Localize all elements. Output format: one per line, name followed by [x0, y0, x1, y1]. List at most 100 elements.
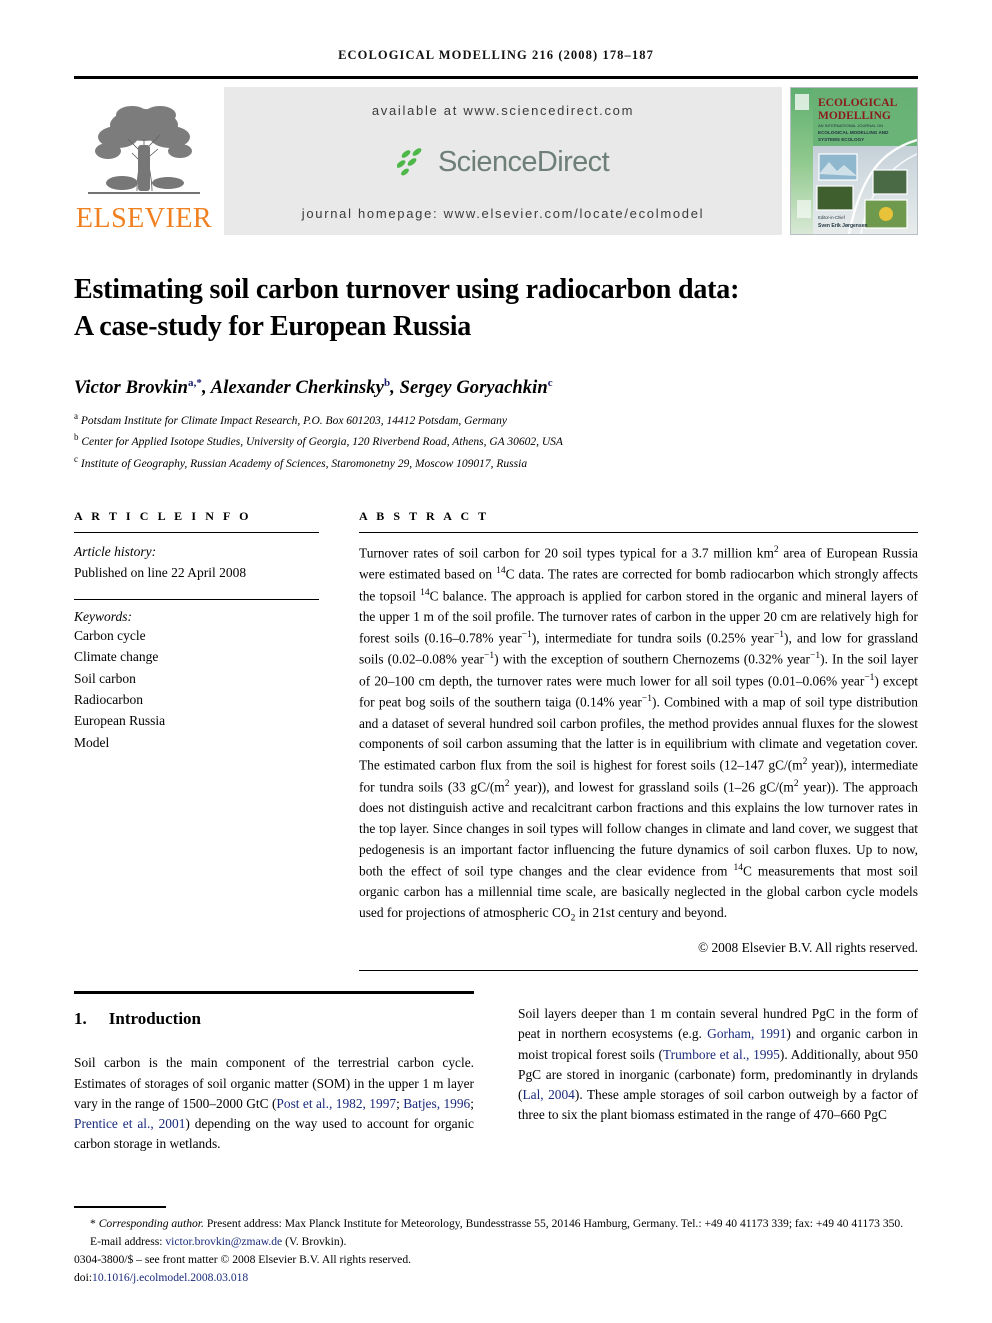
article-info-column: A R T I C L E I N F O Article history: P…: [74, 509, 341, 971]
elsevier-tree-icon: [88, 106, 200, 194]
section-number: 1.: [74, 1008, 87, 1028]
article-page: Ecological Modelling 216 (2008) 178–187: [0, 0, 992, 1323]
email-suffix: (V. Brovkin).: [282, 1235, 347, 1249]
svg-text:ECOLOGICAL MODELLING AND: ECOLOGICAL MODELLING AND: [818, 130, 889, 135]
affiliation-a: a Potsdam Institute for Climate Impact R…: [74, 409, 918, 430]
sciencedirect-leaves-icon: [396, 148, 422, 176]
svg-text:SYSTEMS ECOLOGY: SYSTEMS ECOLOGY: [818, 137, 864, 142]
corresponding-author-mark[interactable]: ,*: [194, 377, 202, 389]
body-columns: 1. Introduction Soil carbon is the main …: [74, 990, 918, 1167]
title-line-1: Estimating soil carbon turnover using ra…: [74, 274, 740, 305]
affiliation-b-mark: b: [74, 432, 79, 443]
issn-line: 0304-3800/$ – see front matter © 2008 El…: [74, 1253, 412, 1267]
svg-text:ECOLOGICAL: ECOLOGICAL: [818, 97, 898, 109]
keyword-item: Climate change: [74, 649, 159, 665]
keyword-item: Model: [74, 734, 110, 750]
section-title: Introduction: [108, 1008, 202, 1028]
abstract-sup-exp: −1: [641, 694, 652, 705]
intro-paragraph-right: Soil layers deeper than 1 m contain seve…: [518, 1004, 918, 1125]
author-2-affil-mark: b: [383, 377, 391, 390]
email-link[interactable]: victor.brovkin@zmaw.de: [165, 1235, 282, 1248]
article-history-value: Published on line 22 April 2008: [74, 564, 247, 580]
sciencedirect-banner: available at www.sciencedirect.com Scien…: [224, 87, 782, 235]
affiliation-c: c Institute of Geography, Russian Academ…: [74, 452, 918, 473]
journal-cover: ECOLOGICAL MODELLING AN INTERNATIONAL JO…: [790, 87, 918, 235]
abstract-seg: ) with the exception of southern Chernoz…: [494, 651, 810, 667]
affiliation-c-text: Institute of Geography, Russian Academy …: [80, 457, 528, 470]
affiliation-c-mark: c: [74, 453, 78, 464]
keyword-item: Soil carbon: [74, 670, 136, 686]
abstract-rule: [359, 531, 918, 533]
abstract-sup-exp: −1: [521, 630, 532, 641]
doi-link[interactable]: 10.1016/j.ecolmodel.2008.03.018: [92, 1271, 248, 1284]
section-rule: [74, 990, 474, 994]
citation-link[interactable]: Prentice et al., 2001: [74, 1116, 185, 1131]
svg-text:AN INTERNATIONAL JOURNAL ON: AN INTERNATIONAL JOURNAL ON: [818, 123, 883, 128]
author-2: Alexander Cherkinsky: [210, 378, 384, 399]
email-label: E-mail address:: [90, 1235, 163, 1249]
abstract-seg: year)), and lowest for grassland soils (…: [509, 779, 794, 795]
svg-text:Editor-in-Chief: Editor-in-Chief: [818, 215, 846, 220]
abstract-sup-14c: 14: [733, 862, 743, 873]
keyword-item: European Russia: [74, 713, 166, 729]
doi-line: doi:10.1016/j.ecolmodel.2008.03.018: [74, 1269, 918, 1287]
abstract-seg: Turnover rates of soil carbon for 20 soi…: [359, 545, 774, 561]
abstract-text: Turnover rates of soil carbon for 20 soi…: [359, 543, 918, 927]
sciencedirect-wordmark: ScienceDirect: [437, 145, 610, 178]
citation-link[interactable]: Post et al., 1982, 1997: [276, 1096, 396, 1111]
abstract-seg: ), intermediate for tundra soils (0.25% …: [531, 630, 774, 646]
abstract-column: A B S T R A C T Turnover rates of soil c…: [341, 509, 918, 971]
info-abstract-region: A R T I C L E I N F O Article history: P…: [74, 509, 918, 971]
body-seg: ;: [470, 1095, 474, 1111]
abstract-seg: in 21st century and beyond.: [575, 905, 728, 921]
author-3: Sergey Goryachkin: [399, 378, 548, 399]
abstract-copyright: © 2008 Elsevier B.V. All rights reserved…: [697, 939, 918, 955]
journal-cover-artwork: ECOLOGICAL MODELLING AN INTERNATIONAL JO…: [791, 88, 917, 234]
journal-homepage-text: journal homepage: www.elsevier.com/locat…: [301, 206, 705, 221]
author-list: Victor Brovkina,*, Alexander Cherkinskyb…: [74, 377, 553, 399]
citation-link[interactable]: Lal, 2004: [522, 1087, 574, 1102]
abstract-sup-exp: −1: [773, 630, 784, 641]
corresponding-note-label: Corresponding author.: [98, 1217, 204, 1231]
affiliation-a-text: Potsdam Institute for Climate Impact Res…: [80, 414, 507, 427]
keywords-list: Carbon cycle Climate change Soil carbon …: [74, 625, 319, 753]
abstract-bottom-rule: [359, 969, 918, 971]
keywords-label: Keywords:: [74, 609, 132, 625]
article-info-heading: A R T I C L E I N F O: [74, 508, 252, 523]
corresponding-note-mark: *: [90, 1217, 96, 1231]
footnote-region: * Corresponding author. Present address:…: [74, 1206, 918, 1287]
running-head: Ecological Modelling 216 (2008) 178–187: [338, 48, 654, 62]
svg-text:MODELLING: MODELLING: [818, 110, 891, 122]
body-column-left: 1. Introduction Soil carbon is the main …: [74, 990, 496, 1167]
article-info-rule: [74, 531, 319, 533]
affiliations: a Potsdam Institute for Climate Impact R…: [74, 409, 918, 473]
email-note: E-mail address: victor.brovkin@zmaw.de (…: [74, 1233, 918, 1251]
body-column-right: Soil layers deeper than 1 m contain seve…: [496, 991, 918, 1167]
abstract-sup-exp: −1: [864, 672, 875, 683]
header-rule: [74, 76, 918, 79]
citation-link[interactable]: Trumbore et al., 1995: [663, 1047, 780, 1062]
citation-link[interactable]: Gorham, 1991: [707, 1026, 786, 1041]
intro-paragraph-left: Soil carbon is the main component of the…: [74, 1053, 474, 1154]
abstract-sup-exp: −1: [810, 651, 821, 662]
abstract-sup-14c: 14: [420, 587, 430, 598]
title-line-2: A case-study for European Russia: [74, 311, 472, 343]
journal-cover-image: ECOLOGICAL MODELLING AN INTERNATIONAL JO…: [790, 87, 918, 235]
abstract-sup-14c: 14: [496, 566, 506, 577]
available-at-text: available at www.sciencedirect.com: [371, 103, 635, 118]
sciencedirect-logo[interactable]: ScienceDirect: [396, 145, 610, 179]
elsevier-logo: ELSEVIER: [74, 87, 214, 235]
section-heading: 1. Introduction: [74, 1006, 474, 1032]
abstract-heading: A B S T R A C T: [359, 508, 490, 523]
citation-link[interactable]: Batjes, 1996: [403, 1096, 470, 1111]
footnote-rule: [74, 1206, 166, 1209]
affiliation-b-text: Center for Applied Isotope Studies, Univ…: [81, 435, 563, 448]
keyword-item: Carbon cycle: [74, 628, 146, 644]
author-3-affil-mark: c: [547, 377, 553, 390]
keywords-rule: [74, 599, 319, 601]
author-1: Victor Brovkin: [74, 378, 188, 399]
svg-text:Sven Erik Jørgensen: Sven Erik Jørgensen: [818, 223, 867, 229]
corresponding-note-text: Present address: Max Planck Institute fo…: [203, 1217, 904, 1231]
doi-label: doi:: [74, 1271, 93, 1285]
elsevier-wordmark: ELSEVIER: [75, 203, 213, 234]
